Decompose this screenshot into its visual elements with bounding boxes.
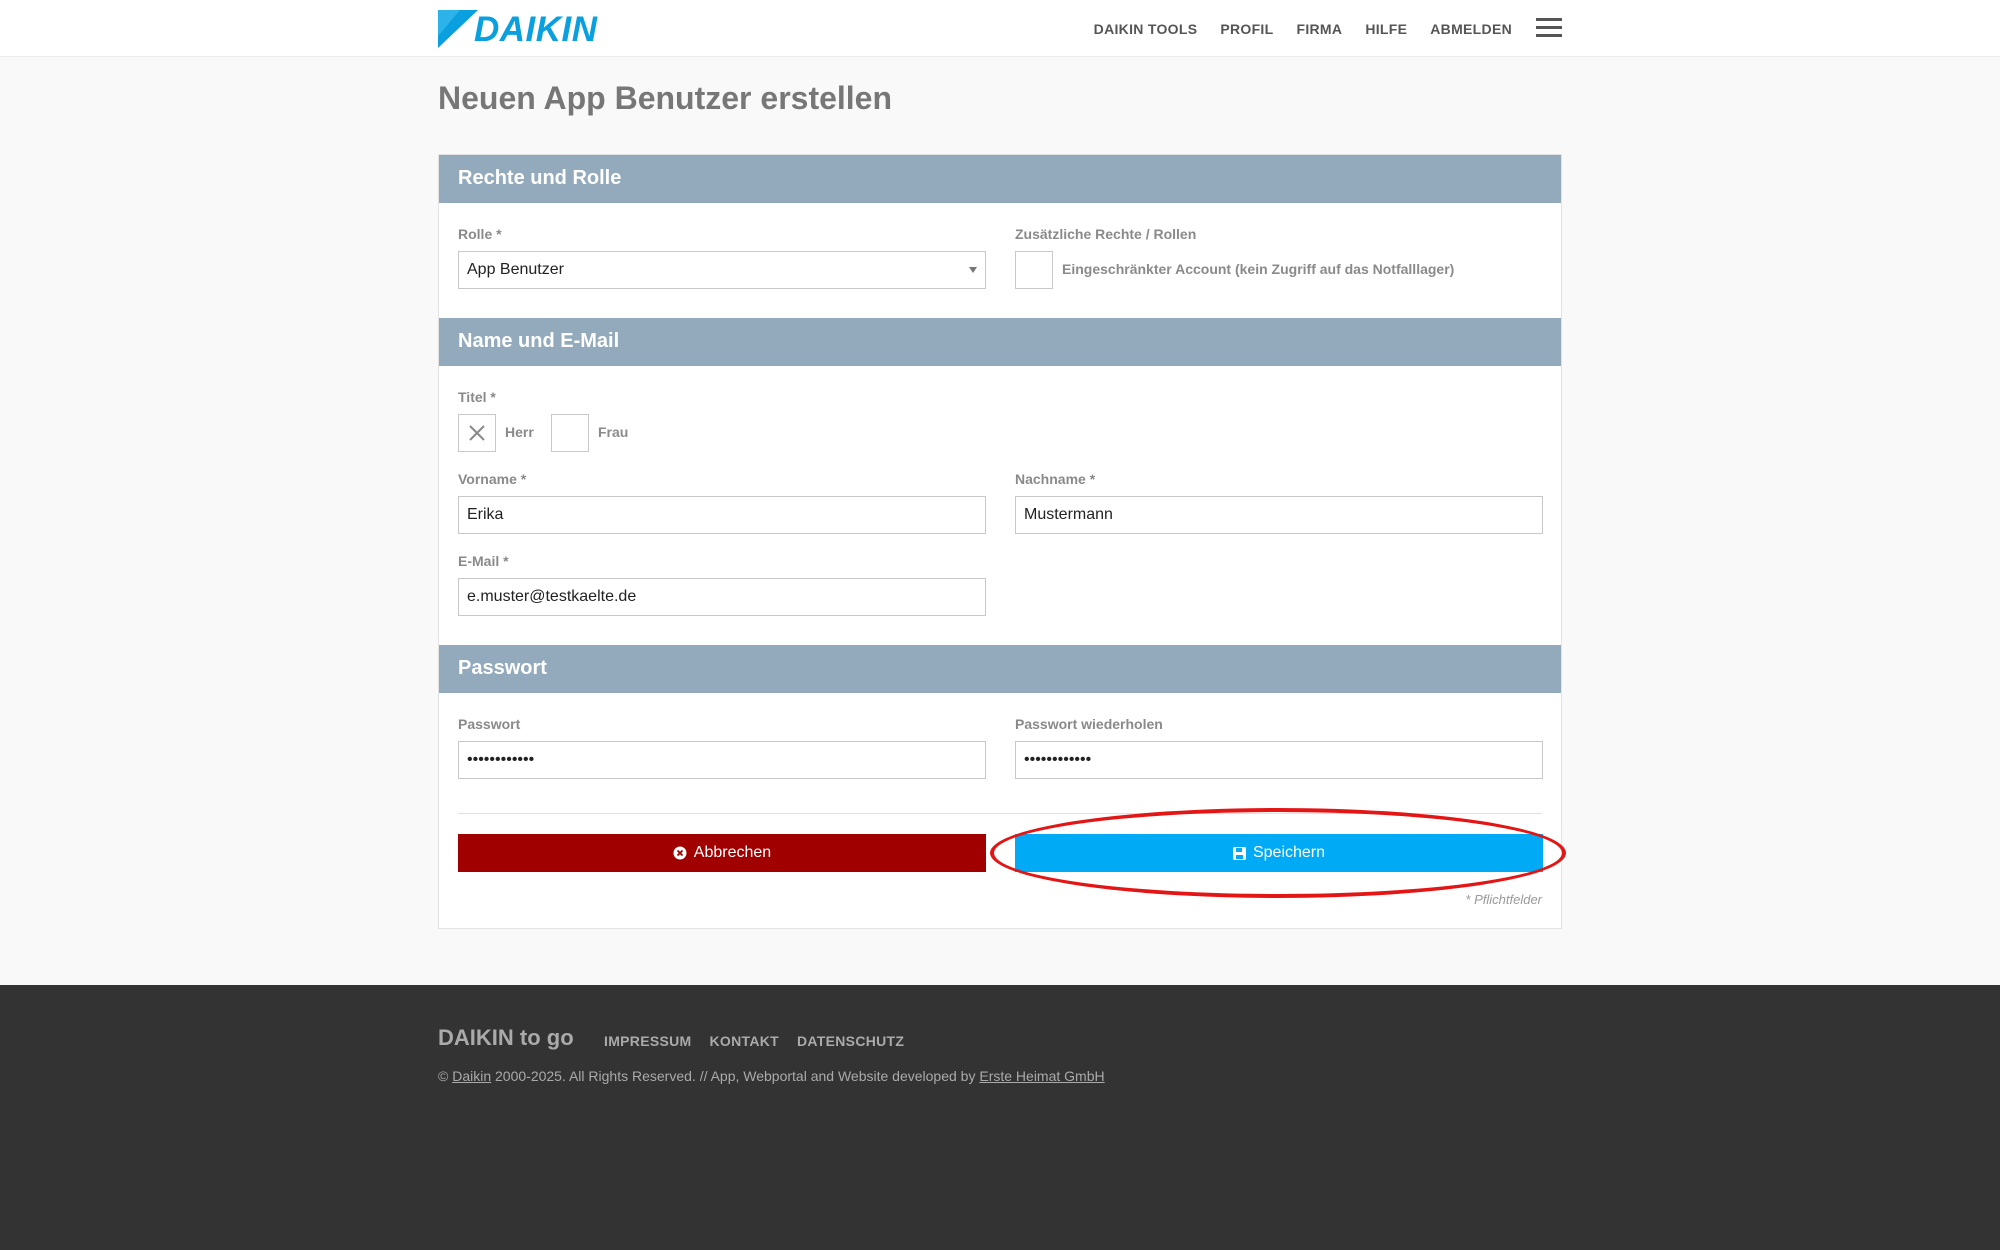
password-repeat-input[interactable] (1015, 741, 1543, 779)
hamburger-menu-icon[interactable] (1536, 18, 1562, 40)
cancel-button-label: Abbrechen (693, 844, 772, 861)
email-input[interactable] (458, 578, 986, 616)
logo-text: DAIKIN (474, 10, 598, 49)
footer-brand: DAIKIN to go (438, 1025, 574, 1050)
create-user-form: Rechte und Rolle Rolle * App Benutzer Zu… (438, 154, 1562, 929)
footer-links: IMPRESSUM KONTAKT DATENSCHUTZ (604, 1033, 904, 1049)
daikin-logo[interactable]: DAIKIN (438, 10, 632, 50)
footer-link-daikin[interactable]: Daikin (452, 1068, 491, 1084)
firstname-label: Vorname * (458, 471, 527, 487)
footer-link-kontakt[interactable]: KONTAKT (710, 1033, 780, 1049)
footer-link-erste-heimat[interactable]: Erste Heimat GmbH (979, 1068, 1104, 1084)
footer-link-datenschutz[interactable]: DATENSCHUTZ (797, 1033, 904, 1049)
firstname-input[interactable] (458, 496, 986, 534)
title-label: Titel * (458, 389, 496, 405)
cancel-button[interactable]: Abbrechen (458, 834, 986, 872)
restricted-account-label: Eingeschränkter Account (kein Zugriff au… (1062, 261, 1455, 277)
required-fields-note: * Pflichtfelder (1465, 892, 1542, 907)
copyright-symbol: © (438, 1068, 449, 1084)
title-herr-label: Herr (505, 424, 534, 440)
title-herr-checkbox[interactable] (458, 414, 496, 452)
title-frau-checkbox[interactable] (551, 414, 589, 452)
section-header-password: Passwort (439, 645, 1561, 693)
nav-daikin-tools[interactable]: DAIKIN TOOLS (1094, 21, 1198, 37)
nav-firma[interactable]: FIRMA (1296, 21, 1342, 37)
extra-rights-label: Zusätzliche Rechte / Rollen (1015, 226, 1197, 242)
password-input[interactable] (458, 741, 986, 779)
nav-profil[interactable]: PROFIL (1220, 21, 1273, 37)
top-navigation-bar: DAIKIN DAIKIN TOOLS PROFIL FIRMA HILFE A… (0, 0, 2000, 57)
page-title: Neuen App Benutzer erstellen (438, 80, 893, 116)
save-button[interactable]: Speichern (1015, 834, 1543, 872)
copyright-text: 2000-2025. All Rights Reserved. // App, … (495, 1068, 976, 1084)
footer: DAIKIN to go IMPRESSUM KONTAKT DATENSCHU… (0, 985, 2000, 1250)
footer-copyright: © Daikin 2000-2025. All Rights Reserved.… (438, 1068, 1105, 1084)
daikin-logo-mark-icon (438, 10, 478, 48)
main-nav: DAIKIN TOOLS PROFIL FIRMA HILFE ABMELDEN (1094, 0, 1512, 57)
cancel-circle-icon (673, 846, 687, 860)
section-header-rights: Rechte und Rolle (439, 155, 1561, 203)
close-check-icon (469, 425, 485, 441)
chevron-down-icon (969, 267, 977, 273)
role-select[interactable]: App Benutzer (458, 251, 986, 289)
floppy-disk-icon (1232, 846, 1246, 860)
nav-abmelden[interactable]: ABMELDEN (1430, 21, 1512, 37)
lastname-input[interactable] (1015, 496, 1543, 534)
password-label: Passwort (458, 716, 521, 732)
role-select-value: App Benutzer (467, 261, 564, 278)
email-label: E-Mail * (458, 553, 509, 569)
password-repeat-label: Passwort wiederholen (1015, 716, 1163, 732)
role-label: Rolle * (458, 226, 502, 242)
nav-hilfe[interactable]: HILFE (1365, 21, 1407, 37)
footer-link-impressum[interactable]: IMPRESSUM (604, 1033, 692, 1049)
form-divider (458, 813, 1542, 814)
restricted-account-checkbox[interactable] (1015, 251, 1053, 289)
lastname-label: Nachname * (1015, 471, 1096, 487)
save-button-label: Speichern (1252, 844, 1326, 861)
title-frau-label: Frau (598, 424, 629, 440)
section-header-name: Name und E-Mail (439, 318, 1561, 366)
